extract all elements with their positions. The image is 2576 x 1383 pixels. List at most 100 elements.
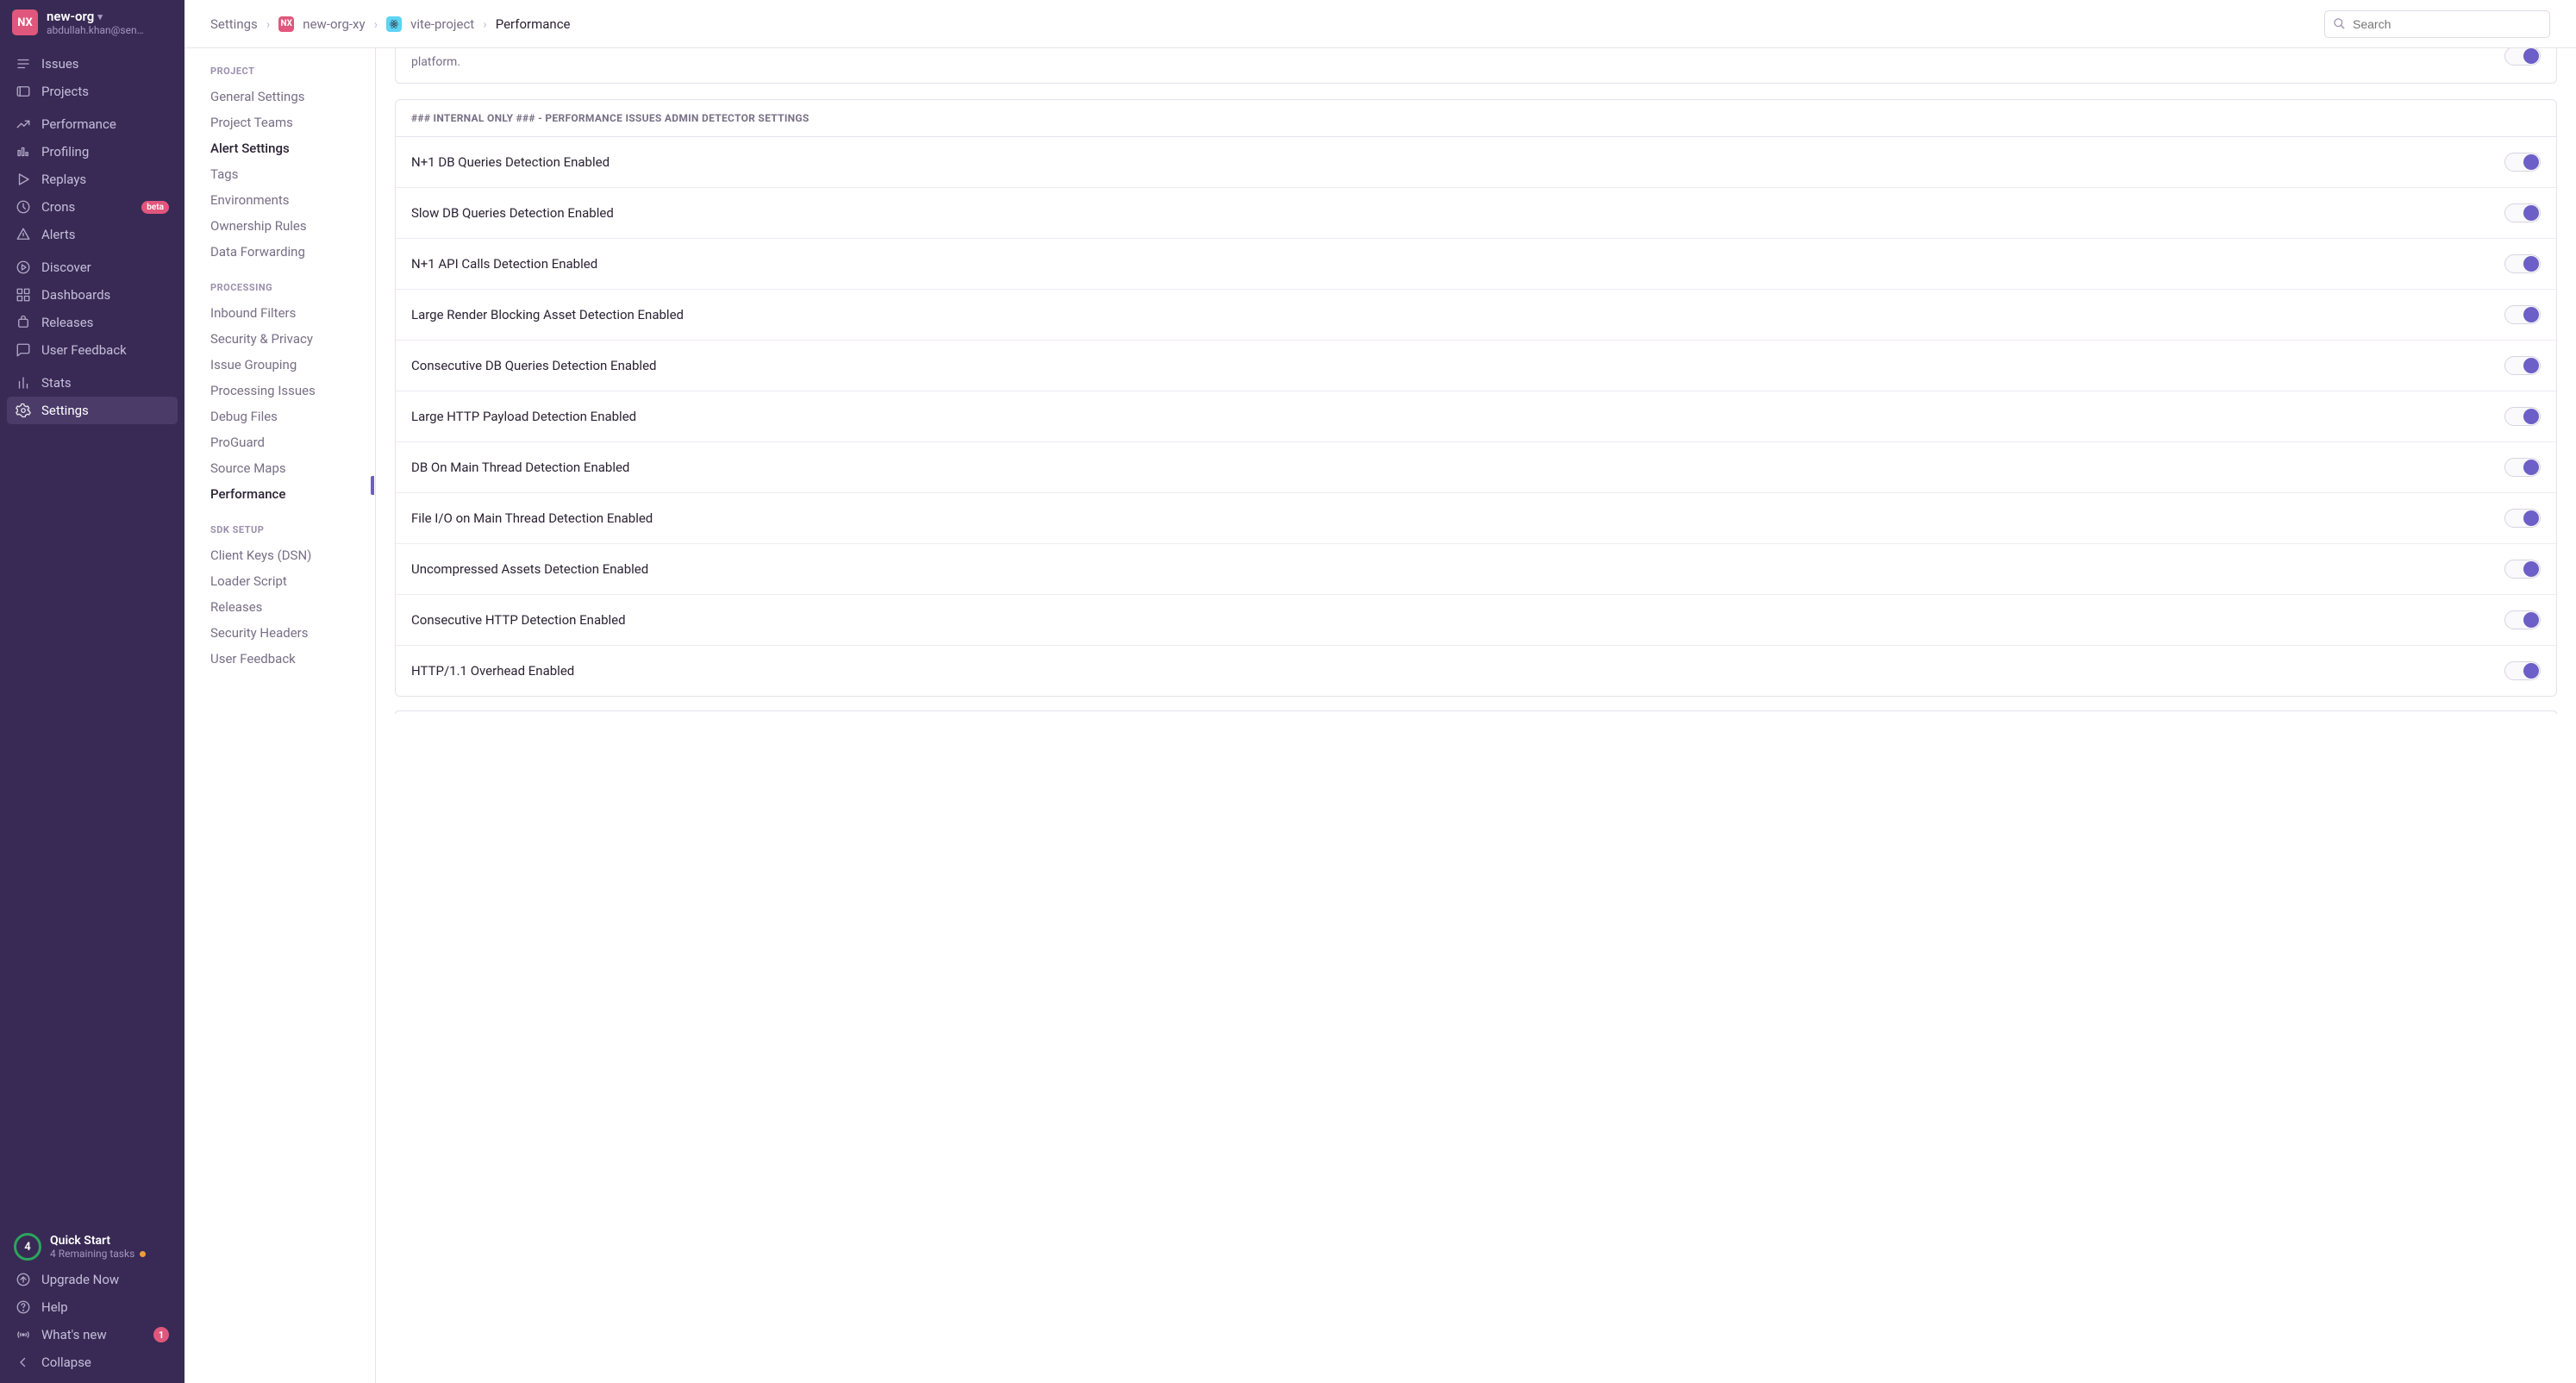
- sidebar-item-help[interactable]: Help: [7, 1293, 178, 1321]
- sidebar-item-issues[interactable]: Issues: [7, 50, 178, 78]
- alerts-icon: [16, 227, 31, 242]
- sidebar-item-label: Alerts: [41, 227, 76, 242]
- setting-toggle[interactable]: [2504, 254, 2541, 273]
- crons-icon: [16, 199, 31, 215]
- setting-toggle[interactable]: [2504, 203, 2541, 222]
- sidebar-item-collapse[interactable]: Collapse: [7, 1349, 178, 1376]
- subnav-item[interactable]: Data Forwarding: [184, 239, 375, 265]
- setting-toggle[interactable]: [2504, 661, 2541, 680]
- sidebar-item-stats[interactable]: Stats: [7, 369, 178, 397]
- setting-label: DB On Main Thread Detection Enabled: [411, 460, 2487, 475]
- collapse-icon: [16, 1355, 31, 1370]
- profiling-icon: [16, 144, 31, 160]
- setting-toggle[interactable]: [2504, 153, 2541, 172]
- setting-label: Large Render Blocking Asset Detection En…: [411, 307, 2487, 322]
- setting-toggle[interactable]: [2504, 305, 2541, 324]
- sidebar-item-label: Releases: [41, 315, 93, 330]
- projects-icon: [16, 84, 31, 99]
- prev-panel-toggle[interactable]: [2504, 48, 2541, 66]
- detector-setting-row: Consecutive DB Queries Detection Enabled: [396, 341, 2556, 391]
- breadcrumb-settings[interactable]: Settings: [210, 16, 258, 32]
- subnav-item[interactable]: ProGuard: [184, 429, 375, 455]
- sidebar-item-settings[interactable]: Settings: [7, 397, 178, 424]
- subnav-item[interactable]: Alert Settings: [184, 135, 375, 161]
- subnav-item[interactable]: Security & Privacy: [184, 326, 375, 352]
- setting-toggle[interactable]: [2504, 610, 2541, 629]
- setting-label: File I/O on Main Thread Detection Enable…: [411, 510, 2487, 526]
- setting-toggle[interactable]: [2504, 560, 2541, 579]
- detector-settings-panel: ### INTERNAL ONLY ### - PERFORMANCE ISSU…: [395, 99, 2557, 697]
- setting-toggle[interactable]: [2504, 356, 2541, 375]
- chevron-right-icon: ›: [483, 16, 487, 32]
- help-icon: [16, 1299, 31, 1315]
- topbar: Settings › NX new-org-xy › vite-project …: [184, 0, 2576, 48]
- subnav-item[interactable]: Client Keys (DSN): [184, 542, 375, 568]
- subnav-item[interactable]: Source Maps: [184, 455, 375, 481]
- sidebar-item-releases[interactable]: Releases: [7, 309, 178, 336]
- performance-icon: [16, 116, 31, 132]
- sidebar-item-whats-new[interactable]: What's new 1: [7, 1321, 178, 1349]
- sidebar-item-label: Dashboards: [41, 287, 110, 303]
- sidebar-item-crons[interactable]: Crons beta: [7, 193, 178, 221]
- sidebar-item-alerts[interactable]: Alerts: [7, 221, 178, 248]
- subnav-item[interactable]: Processing Issues: [184, 378, 375, 404]
- setting-label: Uncompressed Assets Detection Enabled: [411, 561, 2487, 577]
- settings-subnav: PROJECTGeneral SettingsProject TeamsAler…: [184, 48, 376, 1383]
- subnav-item[interactable]: Project Teams: [184, 110, 375, 135]
- setting-label: Slow DB Queries Detection Enabled: [411, 205, 2487, 221]
- sidebar-item-replays[interactable]: Replays: [7, 166, 178, 193]
- org-switcher[interactable]: NX new-org ▾ abdullah.khan@sen…: [0, 0, 184, 41]
- next-panel-peek: [395, 710, 2557, 714]
- setting-label: N+1 API Calls Detection Enabled: [411, 256, 2487, 272]
- detector-setting-row: N+1 DB Queries Detection Enabled: [396, 137, 2556, 188]
- breadcrumb: Settings › NX new-org-xy › vite-project …: [210, 16, 571, 32]
- subnav-item[interactable]: User Feedback: [184, 646, 375, 672]
- quick-start-title: Quick Start: [50, 1234, 146, 1248]
- subnav-item[interactable]: Tags: [184, 161, 375, 187]
- setting-toggle[interactable]: [2504, 407, 2541, 426]
- breadcrumb-project[interactable]: vite-project: [410, 16, 474, 32]
- sidebar-item-performance[interactable]: Performance: [7, 110, 178, 138]
- subnav-item[interactable]: Inbound Filters: [184, 300, 375, 326]
- upgrade-icon: [16, 1272, 31, 1287]
- sidebar-item-discover[interactable]: Discover: [7, 253, 178, 281]
- subnav-heading: PROCESSING: [184, 282, 375, 293]
- active-indicator-icon: [371, 476, 374, 495]
- prev-panel-tail: platform.: [395, 48, 2557, 84]
- subnav-item[interactable]: Environments: [184, 187, 375, 213]
- search-icon: [2333, 17, 2346, 30]
- quick-start[interactable]: 4 Quick Start 4 Remaining tasks: [7, 1228, 178, 1266]
- sidebar-item-projects[interactable]: Projects: [7, 78, 178, 105]
- sidebar-item-dashboards[interactable]: Dashboards: [7, 281, 178, 309]
- detector-setting-row: Uncompressed Assets Detection Enabled: [396, 544, 2556, 595]
- breadcrumb-org[interactable]: new-org-xy: [303, 16, 365, 32]
- sidebar-item-label: Replays: [41, 172, 86, 187]
- sidebar-item-label: Profiling: [41, 144, 89, 160]
- subnav-item[interactable]: Loader Script: [184, 568, 375, 594]
- sidebar-item-label: Help: [41, 1299, 68, 1315]
- search-input[interactable]: [2324, 10, 2550, 38]
- subnav-item[interactable]: Issue Grouping: [184, 352, 375, 378]
- subnav-item[interactable]: Debug Files: [184, 404, 375, 429]
- sidebar-item-label: Collapse: [41, 1355, 91, 1370]
- detector-setting-row: HTTP/1.1 Overhead Enabled: [396, 646, 2556, 696]
- setting-toggle[interactable]: [2504, 509, 2541, 528]
- stats-icon: [16, 375, 31, 391]
- subnav-item[interactable]: Releases: [184, 594, 375, 620]
- sidebar-item-label: What's new: [41, 1327, 107, 1342]
- sidebar-item-label: Discover: [41, 260, 91, 275]
- subnav-item[interactable]: Security Headers: [184, 620, 375, 646]
- subnav-item[interactable]: Performance: [184, 481, 375, 507]
- subnav-item[interactable]: General Settings: [184, 84, 375, 110]
- detector-setting-row: Consecutive HTTP Detection Enabled: [396, 595, 2556, 646]
- sidebar-item-profiling[interactable]: Profiling: [7, 138, 178, 166]
- detector-panel-heading: ### INTERNAL ONLY ### - PERFORMANCE ISSU…: [396, 100, 2556, 137]
- subnav-item[interactable]: Ownership Rules: [184, 213, 375, 239]
- detector-setting-row: Large HTTP Payload Detection Enabled: [396, 391, 2556, 442]
- sidebar-item-user-feedback[interactable]: User Feedback: [7, 336, 178, 364]
- prev-panel-text: platform.: [411, 55, 460, 69]
- sidebar-item-upgrade[interactable]: Upgrade Now: [7, 1266, 178, 1293]
- detector-setting-row: File I/O on Main Thread Detection Enable…: [396, 493, 2556, 544]
- setting-toggle[interactable]: [2504, 458, 2541, 477]
- broadcast-icon: [16, 1327, 31, 1342]
